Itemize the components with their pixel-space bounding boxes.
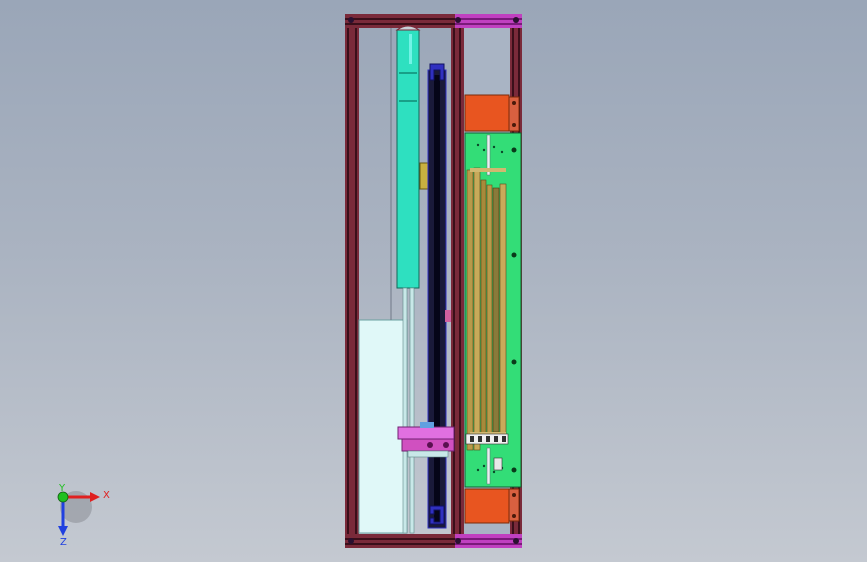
triad-z-label: Z — [60, 537, 67, 548]
linear-actuator-channel — [427, 69, 447, 529]
left-frame-post — [345, 14, 359, 548]
top-frame-beam — [345, 14, 522, 28]
machine-assembly-model[interactable] — [345, 14, 522, 548]
side-tab — [445, 310, 451, 322]
triad-y-label: Y — [58, 483, 66, 494]
cyan-cylinder-body — [395, 25, 421, 289]
cad-3d-viewport[interactable]: X Y Z — [0, 0, 867, 562]
bottom-frame-beam — [345, 534, 522, 548]
triad-x-label: X — [103, 490, 110, 501]
guide-rods — [402, 287, 415, 534]
middle-frame-post — [451, 14, 464, 548]
